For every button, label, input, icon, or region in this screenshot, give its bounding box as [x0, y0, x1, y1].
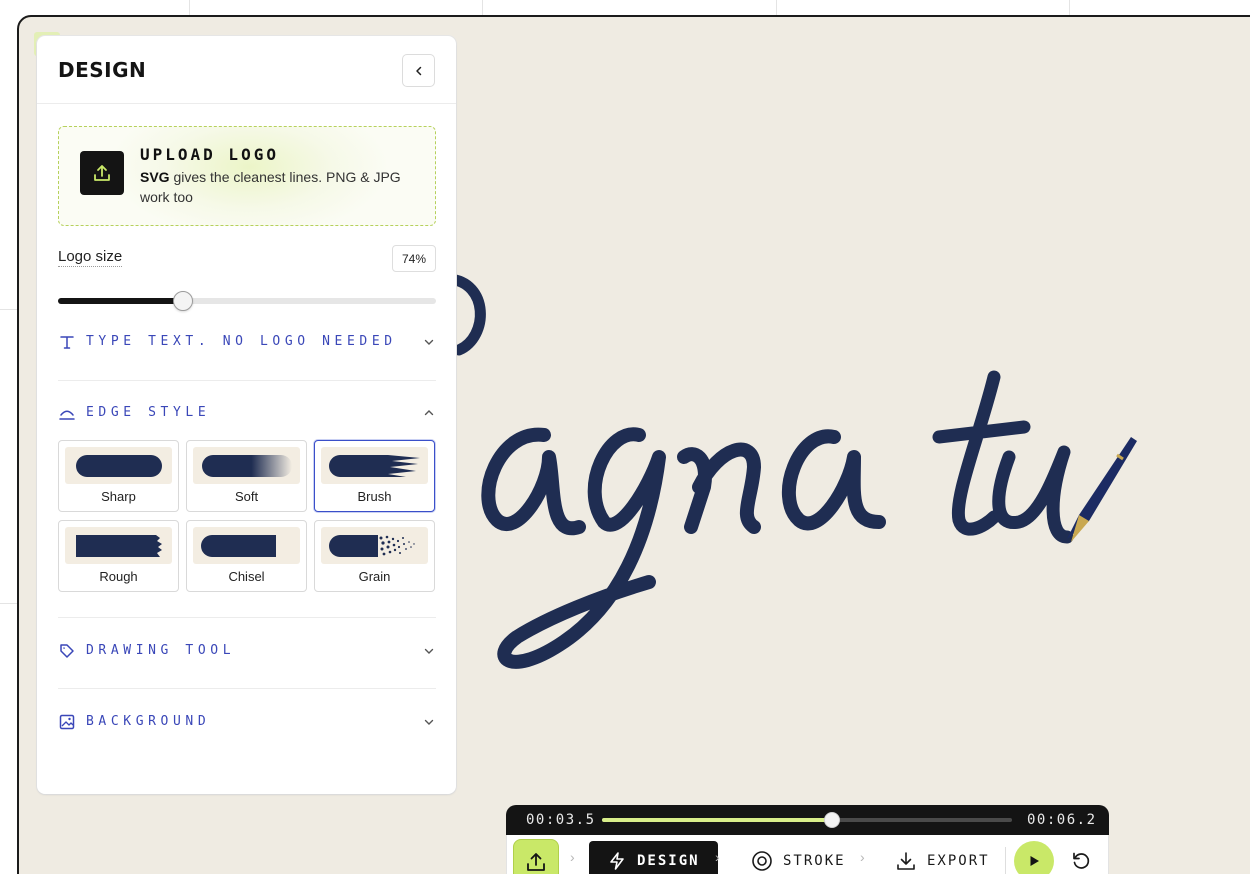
slider-thumb[interactable] — [172, 291, 193, 311]
playback-timeline: 00:03.5 00:06.2 — [506, 805, 1109, 835]
step-export-button[interactable]: EXPORT — [895, 841, 990, 874]
section-label-edge-style: EDGE STYLE — [86, 405, 211, 420]
edge-option-sharp[interactable]: Sharp — [58, 440, 179, 512]
upload-logo-button[interactable] — [80, 151, 124, 195]
upload-logo-description: SVG gives the cleanest lines. PNG & JPG … — [140, 167, 420, 207]
chevron-down-icon — [424, 719, 434, 725]
section-type-text[interactable]: TYPE TEXT. NO LOGO NEEDED — [58, 327, 436, 357]
edge-option-label: Grain — [358, 569, 391, 584]
panel-title: DESIGN — [58, 58, 147, 82]
edge-swatch-sharp — [65, 447, 172, 484]
edge-swatch-soft — [193, 447, 300, 484]
upload-desc-rest: gives the cleanest lines. PNG & JPG work… — [140, 169, 401, 205]
upload-icon — [94, 165, 110, 181]
timeline-progress — [602, 818, 832, 822]
upload-logo-card[interactable]: UPLOAD LOGO SVG gives the cleanest lines… — [58, 126, 436, 226]
section-background[interactable]: BACKGROUND — [58, 707, 436, 737]
upload-desc-bold: SVG — [140, 169, 170, 185]
upload-logo-title: UPLOAD LOGO — [140, 145, 279, 164]
section-divider — [58, 688, 436, 689]
section-divider — [58, 617, 436, 618]
logo-size-slider[interactable] — [58, 291, 436, 311]
bolt-icon — [610, 852, 624, 870]
replay-button[interactable] — [1067, 847, 1095, 874]
edge-swatch-chisel — [193, 527, 300, 564]
edge-option-chisel[interactable]: Chisel — [186, 520, 307, 592]
play-icon — [1030, 856, 1039, 866]
upload-icon — [527, 853, 545, 871]
background-image-icon — [59, 714, 75, 730]
play-button[interactable] — [1014, 841, 1054, 874]
timeline-scrubber[interactable] — [602, 812, 1012, 828]
section-divider — [58, 380, 436, 381]
edge-option-label: Soft — [234, 489, 259, 504]
target-icon — [752, 851, 772, 871]
section-edge-style[interactable]: EDGE STYLE — [58, 398, 436, 428]
fountain-pen-icon — [1067, 437, 1137, 542]
edge-option-rough[interactable]: Rough — [58, 520, 179, 592]
timeline-end-time: 00:06.2 — [1027, 812, 1097, 828]
edge-swatch-brush — [321, 447, 428, 484]
edge-style-icon — [59, 410, 75, 420]
step-separator-icon: › — [860, 849, 865, 865]
download-icon — [897, 852, 915, 870]
section-label-type-text: TYPE TEXT. NO LOGO NEEDED — [86, 334, 397, 349]
replay-icon — [1073, 852, 1090, 869]
logo-size-value-input[interactable]: 74% — [392, 245, 436, 272]
section-drawing-tool[interactable]: DRAWING TOOL — [58, 636, 436, 666]
step-stroke-label: STROKE — [783, 853, 846, 869]
step-upload-button[interactable] — [513, 839, 559, 874]
text-t-icon — [60, 336, 74, 349]
chevron-left-icon — [415, 66, 421, 75]
step-design-button[interactable]: DESIGN — [589, 841, 718, 874]
step-export-label: EXPORT — [927, 853, 990, 869]
edge-option-label: Chisel — [228, 569, 265, 584]
edge-swatch-grain — [321, 527, 428, 564]
toolbar-divider — [1005, 847, 1006, 874]
edge-option-grain[interactable]: Grain — [314, 520, 435, 592]
edge-option-label: Brush — [357, 489, 392, 504]
edge-option-label: Sharp — [101, 489, 136, 504]
edge-option-label: Rough — [99, 569, 138, 584]
collapse-panel-button[interactable] — [402, 54, 435, 87]
edge-swatch-rough — [65, 527, 172, 564]
step-separator-icon: › — [715, 849, 720, 865]
section-label-background: BACKGROUND — [86, 714, 211, 729]
chevron-up-icon — [424, 410, 434, 416]
slider-fill — [58, 298, 183, 304]
section-label-drawing-tool: DRAWING TOOL — [86, 643, 236, 658]
step-stroke-button[interactable]: STROKE — [751, 841, 846, 874]
chevron-down-icon — [424, 648, 434, 654]
step-separator-icon: › — [570, 849, 575, 865]
drawing-tool-icon — [60, 644, 74, 658]
design-panel: DESIGN UPLOAD LOGO SVG gives the cleanes… — [37, 36, 456, 794]
edge-option-soft[interactable]: Soft — [186, 440, 307, 512]
timeline-thumb[interactable] — [823, 812, 840, 828]
chevron-down-icon — [424, 339, 434, 345]
workflow-toolbar: › DESIGN › STROKE › EXPORT — [506, 835, 1109, 874]
edge-option-brush[interactable]: Brush — [314, 440, 435, 512]
panel-header: DESIGN — [37, 36, 456, 104]
step-design-label: DESIGN — [637, 853, 700, 869]
logo-size-label: Logo size — [58, 248, 123, 267]
timeline-start-time: 00:03.5 — [526, 812, 596, 828]
